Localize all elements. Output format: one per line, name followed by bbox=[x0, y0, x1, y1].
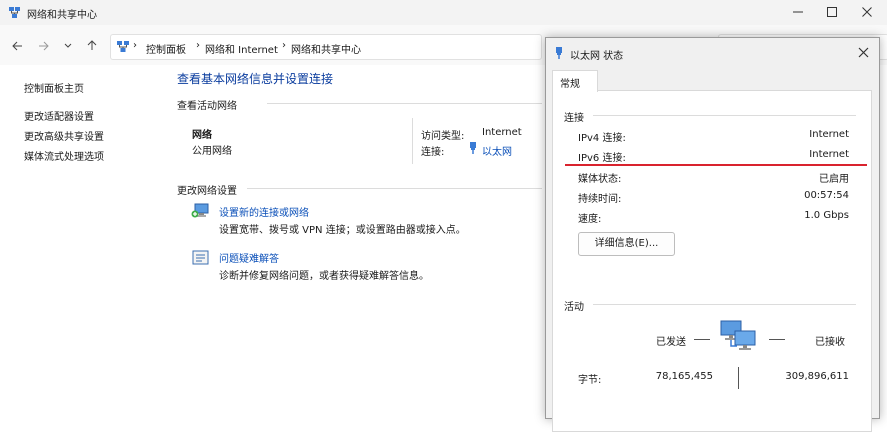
connection-label: 连接: bbox=[421, 147, 445, 158]
maximize-icon[interactable] bbox=[826, 6, 838, 18]
group-divider bbox=[593, 304, 856, 305]
back-arrow-icon[interactable] bbox=[11, 40, 23, 52]
troubleshoot-icon bbox=[192, 249, 210, 267]
page-title: 查看基本网络信息并设置连接 bbox=[177, 72, 334, 86]
troubleshoot-problems-link[interactable]: 问题疑难解答 bbox=[219, 250, 279, 265]
general-tab-panel: 连接 IPv4 连接: Internet IPv6 连接: Internet 媒… bbox=[552, 90, 872, 432]
ipv4-label: IPv4 连接: bbox=[578, 133, 626, 144]
sidebar-item-media-streaming-options[interactable]: 媒体流式处理选项 bbox=[24, 148, 104, 163]
section-divider bbox=[247, 188, 542, 189]
bytes-label: 字节: bbox=[578, 375, 602, 386]
activity-group-title: 活动 bbox=[564, 302, 584, 313]
setup-new-connection-description: 设置宽带、拨号或 VPN 连接；或设置路由器或接入点。 bbox=[219, 225, 466, 236]
address-bar[interactable]: › 控制面板 › 网络和 Internet › 网络和共享中心 bbox=[110, 34, 542, 60]
network-activity-computers-icon bbox=[719, 319, 759, 355]
sent-dash bbox=[694, 339, 710, 340]
breadcrumb-separator-icon: › bbox=[282, 40, 286, 51]
window-title: 网络和共享中心 bbox=[27, 10, 97, 21]
title-bar bbox=[0, 0, 887, 25]
recent-locations-chevron-icon[interactable] bbox=[63, 41, 73, 51]
close-window-icon[interactable] bbox=[861, 6, 873, 18]
access-type-label: 访问类型: bbox=[421, 131, 465, 142]
network-type: 公用网络 bbox=[192, 146, 232, 157]
sidebar-item-advanced-sharing-settings[interactable]: 更改高级共享设置 bbox=[24, 128, 104, 143]
received-label: 已接收 bbox=[815, 337, 845, 348]
close-icon[interactable] bbox=[858, 47, 869, 58]
breadcrumb-control-panel[interactable]: 控制面板 bbox=[146, 41, 186, 56]
media-state-label: 媒体状态: bbox=[578, 174, 622, 185]
ethernet-icon bbox=[468, 141, 478, 155]
connection-link-ethernet[interactable]: 以太网 bbox=[482, 143, 512, 158]
forward-arrow-icon[interactable] bbox=[38, 40, 50, 52]
dialog-title: 以太网 状态 bbox=[570, 51, 624, 62]
duration-value: 00:57:54 bbox=[804, 190, 849, 201]
bytes-sent-value: 78,165,455 bbox=[655, 371, 713, 382]
details-button[interactable]: 详细信息(E)... bbox=[578, 232, 675, 256]
access-type-value: Internet bbox=[482, 127, 522, 138]
tab-general[interactable]: 常规 bbox=[552, 70, 598, 92]
sent-label: 已发送 bbox=[656, 337, 686, 348]
ipv6-label: IPv6 连接: bbox=[578, 153, 626, 164]
up-arrow-icon[interactable] bbox=[86, 39, 98, 51]
speed-value: 1.0 Gbps bbox=[804, 210, 849, 221]
breadcrumb-network-internet[interactable]: 网络和 Internet bbox=[205, 41, 278, 56]
troubleshoot-description: 诊断并修复网络问题，或者获得疑难解答信息。 bbox=[219, 271, 429, 282]
control-panel-icon bbox=[116, 40, 130, 53]
section-divider bbox=[267, 103, 542, 104]
new-connection-icon bbox=[191, 202, 211, 220]
bytes-divider bbox=[738, 367, 739, 389]
breadcrumb-network-sharing-center[interactable]: 网络和共享中心 bbox=[291, 41, 361, 56]
ethernet-icon bbox=[554, 46, 564, 60]
sidebar-item-change-adapter-settings[interactable]: 更改适配器设置 bbox=[24, 108, 94, 123]
active-networks-section-title: 查看活动网络 bbox=[177, 101, 237, 112]
highlight-underline bbox=[565, 164, 867, 166]
sidebar-item-control-panel-home[interactable]: 控制面板主页 bbox=[24, 80, 84, 95]
network-name: 网络 bbox=[192, 130, 212, 141]
vertical-divider bbox=[412, 118, 413, 164]
ethernet-status-dialog: 以太网 状态 常规 连接 IPv4 连接: Internet IPv6 连接: … bbox=[545, 37, 880, 432]
duration-label: 持续时间: bbox=[578, 194, 622, 205]
tab-general-label: 常规 bbox=[560, 79, 580, 90]
breadcrumb-separator-icon: › bbox=[196, 40, 200, 51]
ipv6-value: Internet bbox=[809, 149, 849, 160]
network-center-icon bbox=[8, 6, 21, 19]
ipv4-value: Internet bbox=[809, 129, 849, 140]
change-settings-section-title: 更改网络设置 bbox=[177, 186, 237, 197]
setup-new-connection-link[interactable]: 设置新的连接或网络 bbox=[219, 204, 309, 219]
speed-label: 速度: bbox=[578, 214, 602, 225]
media-state-value: 已启用 bbox=[819, 174, 849, 185]
connection-group-title: 连接 bbox=[564, 113, 584, 124]
breadcrumb-separator-icon: › bbox=[133, 40, 137, 51]
bytes-received-value: 309,896,611 bbox=[785, 371, 849, 382]
minimize-icon[interactable] bbox=[792, 6, 804, 18]
received-dash bbox=[769, 339, 785, 340]
group-divider bbox=[593, 115, 856, 116]
